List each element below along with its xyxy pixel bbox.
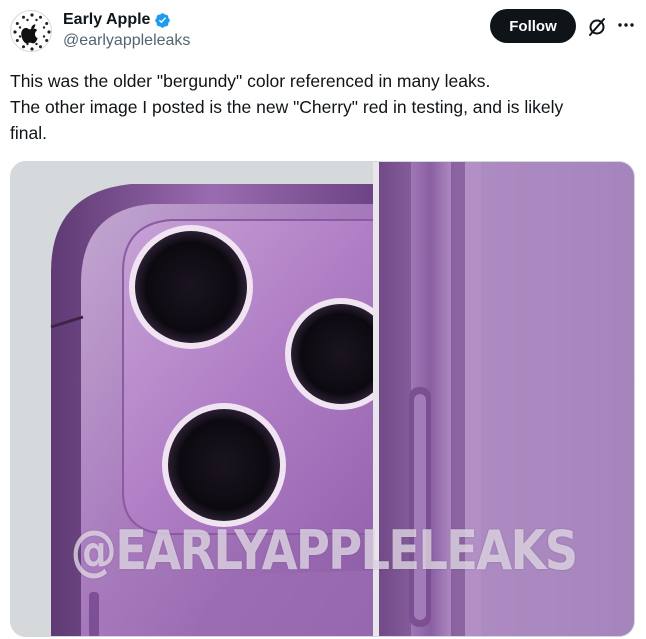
display-name[interactable]: Early Apple [63,11,150,29]
tweet-text: This was the older "bergundy" color refe… [10,68,636,146]
tweet-line: The other image I posted is the new "Che… [10,97,564,117]
tweet-media[interactable]: @EARLYAPPLELEAKS [10,161,635,637]
tweet-line: This was the older "bergundy" color refe… [10,71,491,91]
avatar[interactable] [10,10,52,52]
grok-icon[interactable] [586,16,608,38]
follow-button[interactable]: Follow [490,9,576,43]
author-names: Early Apple @earlyappleleaks [63,9,190,50]
apple-logo-icon [12,12,51,51]
handle[interactable]: @earlyappleleaks [63,32,190,50]
more-dots-icon[interactable] [615,14,637,36]
verified-badge-icon [154,12,171,29]
watermark: @EARLYAPPLELEAKS [70,519,579,582]
tweet-header: Early Apple @earlyappleleaks Follow [10,8,636,58]
tweet-line: final. [10,123,47,143]
